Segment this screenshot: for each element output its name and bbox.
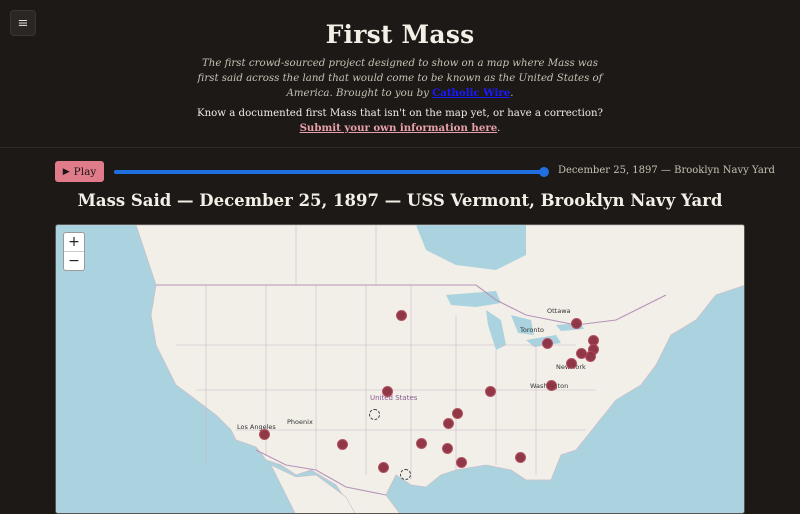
timeline-current-label: December 25, 1897 — Brooklyn Navy Yard [558,165,775,176]
mass-location-marker[interactable] [258,428,270,440]
mass-location-marker[interactable] [415,437,427,449]
country-label: United States [370,394,418,402]
mass-location-marker[interactable] [381,385,393,397]
page-title: First Mass [325,20,475,49]
mass-location-marker[interactable] [565,357,577,369]
catholic-wire-link[interactable]: Catholic Wire [432,87,510,99]
city-label: Los Angeles [237,423,276,431]
submit-information-link[interactable]: Submit your own information here [300,122,498,134]
pending-location-marker[interactable] [368,408,380,420]
mass-location-marker[interactable] [575,347,587,359]
current-mass-heading: Mass Said — December 25, 1897 — USS Verm… [77,191,723,210]
submit-prompt: Know a documented first Mass that isn't … [196,108,604,134]
mass-location-marker[interactable] [395,309,407,321]
mass-location-marker[interactable] [541,337,553,349]
timeline-controls: ▶ Play December 25, 1897 — Brooklyn Navy… [55,160,775,184]
mass-location-marker[interactable] [455,456,467,468]
mass-location-marker[interactable] [442,417,454,429]
project-description: The first crowd-sourced project designed… [197,58,603,99]
zoom-out-button[interactable]: − [64,251,84,270]
page-header: First Mass The first crowd-sourced proje… [0,0,800,148]
mass-location-marker[interactable] [514,451,526,463]
mass-location-marker[interactable] [441,442,453,454]
city-label: Toronto [520,326,544,334]
mass-location-marker[interactable] [484,385,496,397]
play-button-label: Play [73,165,97,178]
mass-location-marker[interactable] [570,317,582,329]
mass-location-marker[interactable] [336,438,348,450]
pending-location-marker[interactable] [399,468,411,480]
mass-location-marker[interactable] [377,461,389,473]
timeline-slider-thumb[interactable] [539,167,549,177]
mass-location-marker[interactable] [451,407,463,419]
zoom-control: + − [63,232,85,271]
city-label: Phoenix [287,418,313,426]
timeline-slider-fill [114,170,544,174]
city-label: Ottawa [547,307,571,315]
submit-prompt-text: Know a documented first Mass that isn't … [196,108,604,119]
description-text: The first crowd-sourced project designed… [197,58,603,99]
play-icon: ▶ [62,166,70,177]
play-button[interactable]: ▶ Play [55,161,104,182]
mass-location-marker[interactable] [545,379,557,391]
timeline-slider[interactable] [114,167,549,177]
zoom-in-button[interactable]: + [64,233,84,251]
map-view[interactable]: + − Ottawa Toronto New York Washington L… [55,224,745,514]
